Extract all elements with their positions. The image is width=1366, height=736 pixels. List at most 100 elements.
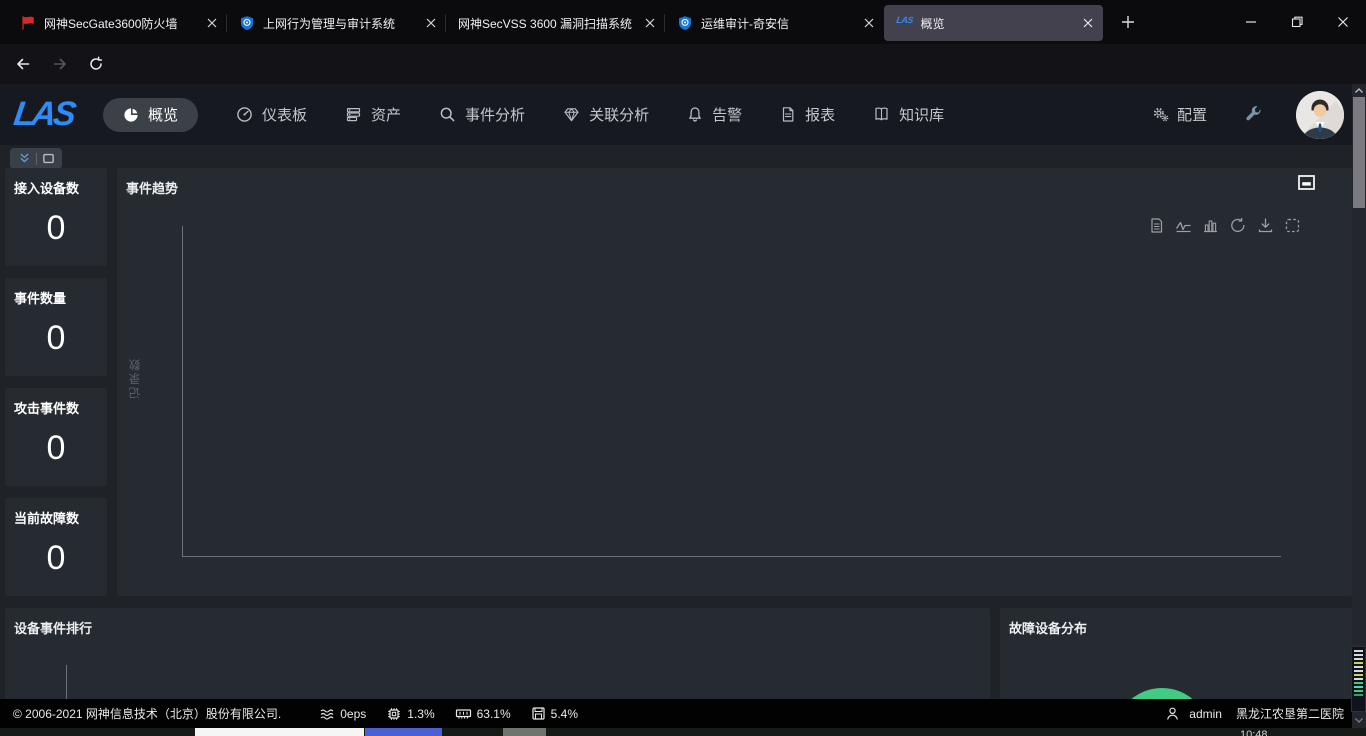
tab-ops-audit-qianxin[interactable]: 运维审计-奇安信 bbox=[665, 5, 884, 41]
tab-title: 概览 bbox=[921, 15, 1072, 32]
tab-secgate-firewall[interactable]: 网神SecGate3600防火墙 bbox=[8, 5, 227, 41]
stat-label: 接入设备数 bbox=[5, 168, 107, 197]
refresh-icon[interactable] bbox=[1229, 217, 1247, 234]
download-icon[interactable] bbox=[1257, 217, 1274, 234]
back-arrow-icon bbox=[15, 56, 31, 72]
tab-title: 运维审计-奇安信 bbox=[701, 15, 852, 32]
forward-button[interactable] bbox=[44, 48, 76, 80]
restore-icon bbox=[1291, 16, 1303, 28]
pie-chart-icon bbox=[123, 107, 139, 123]
stat-label: 事件数量 bbox=[5, 278, 107, 307]
line-chart-icon[interactable] bbox=[1175, 217, 1192, 234]
menu-label: 概览 bbox=[148, 104, 178, 125]
window-minimize-button[interactable] bbox=[1228, 0, 1274, 44]
panel-title: 故障设备分布 bbox=[1009, 618, 1087, 637]
system-metrics: 0eps 1.3% 63.1% 5.4% bbox=[319, 706, 578, 722]
cpu-metric: 1.3% bbox=[386, 706, 434, 722]
stat-value: 0 bbox=[5, 539, 107, 578]
cpu-value: 1.3% bbox=[407, 707, 434, 721]
tab-close-icon[interactable] bbox=[1079, 14, 1097, 32]
menu-label: 知识库 bbox=[899, 104, 944, 125]
taskbar-white-segment bbox=[195, 728, 364, 736]
tab-close-icon[interactable] bbox=[860, 14, 878, 32]
status-bar: © 2006-2021 网神信息技术（北京）股份有限公司. 0eps 1.3% … bbox=[0, 699, 1366, 728]
stat-label: 当前故障数 bbox=[5, 498, 107, 527]
double-chevron-down-icon bbox=[18, 152, 31, 165]
new-tab-button[interactable] bbox=[1113, 7, 1143, 37]
config-menu-item[interactable]: 配置 bbox=[1152, 104, 1207, 125]
stripe bbox=[1354, 690, 1363, 692]
device-ranking-panel: 设备事件排行 bbox=[5, 608, 990, 699]
taskbar-grey-segment bbox=[503, 728, 546, 736]
tab-overview-active[interactable]: LAS 概览 bbox=[884, 5, 1103, 41]
memory-value: 63.1% bbox=[477, 707, 511, 721]
reload-button[interactable] bbox=[80, 48, 112, 80]
stripe bbox=[1354, 650, 1363, 652]
menu-item-assets[interactable]: 资产 bbox=[345, 104, 401, 125]
stat-value: 0 bbox=[5, 429, 107, 468]
copyright-text: © 2006-2021 网神信息技术（北京）股份有限公司. bbox=[13, 705, 281, 722]
gem-icon bbox=[563, 106, 580, 123]
server-stack-icon bbox=[345, 106, 362, 123]
bar-chart-icon[interactable] bbox=[1202, 217, 1219, 234]
panel-maximize-button[interactable] bbox=[1297, 173, 1315, 191]
user-info: admin 黑龙江农垦第二医院 bbox=[1165, 705, 1344, 722]
data-view-icon[interactable] bbox=[1148, 217, 1165, 234]
menu-item-overview[interactable]: 概览 bbox=[103, 98, 198, 132]
y-axis-line bbox=[182, 226, 183, 556]
main-menu: 概览 仪表板 资产 事件分析 关联分析 告警 报表 知识库 bbox=[103, 98, 944, 132]
stripe bbox=[1354, 682, 1363, 684]
avatar-person-icon bbox=[1296, 91, 1344, 139]
tab-close-icon[interactable] bbox=[422, 14, 440, 32]
stat-card-attacks: 攻击事件数 0 bbox=[5, 388, 107, 486]
menu-item-alerts[interactable]: 告警 bbox=[687, 104, 742, 125]
panel-collapse-control[interactable] bbox=[10, 148, 62, 169]
scrollbar-preview-stripes bbox=[1351, 646, 1366, 712]
window-close-button[interactable] bbox=[1320, 0, 1366, 44]
menu-item-correlation-analysis[interactable]: 关联分析 bbox=[563, 104, 649, 125]
red-flag-favicon-icon bbox=[20, 15, 36, 31]
stripe bbox=[1354, 670, 1363, 672]
menu-item-event-analysis[interactable]: 事件分析 bbox=[439, 104, 525, 125]
stat-value: 0 bbox=[5, 209, 107, 248]
divider bbox=[36, 153, 37, 165]
tab-behavior-audit[interactable]: 上网行为管理与审计系统 bbox=[227, 5, 446, 41]
tools-button[interactable] bbox=[1244, 105, 1263, 124]
stripe bbox=[1354, 662, 1363, 664]
menu-label: 关联分析 bbox=[589, 104, 649, 125]
gauge-icon bbox=[236, 106, 253, 123]
pie-chart-slice bbox=[1114, 688, 1210, 699]
window-restore-button[interactable] bbox=[1274, 0, 1320, 44]
tab-secvss-scanner[interactable]: 网神SecVSS 3600 漏洞扫描系统 V3 bbox=[446, 5, 665, 41]
report-file-icon bbox=[780, 106, 796, 123]
username: admin bbox=[1189, 707, 1222, 721]
gears-icon bbox=[1152, 106, 1170, 123]
tab-title: 网神SecGate3600防火墙 bbox=[44, 15, 195, 32]
scroll-down-icon[interactable] bbox=[1353, 714, 1365, 726]
menu-item-reports[interactable]: 报表 bbox=[780, 104, 835, 125]
menu-item-knowledge-base[interactable]: 知识库 bbox=[873, 104, 944, 125]
forward-arrow-icon bbox=[52, 56, 68, 72]
eps-waves-icon bbox=[319, 707, 335, 721]
user-avatar[interactable] bbox=[1296, 91, 1344, 139]
scrollbar-thumb[interactable] bbox=[1353, 97, 1365, 208]
las-logo: LAS bbox=[11, 95, 94, 134]
scroll-up-icon[interactable] bbox=[1353, 85, 1365, 97]
tab-close-icon[interactable] bbox=[203, 14, 221, 32]
stripe bbox=[1354, 686, 1363, 688]
browser-toolbar: https://10.71.50.18/las/dashboard/view?i… bbox=[0, 44, 1366, 84]
stripe bbox=[1354, 658, 1363, 660]
reload-icon bbox=[88, 56, 104, 72]
plus-icon bbox=[1121, 15, 1135, 29]
navbar-right: 配置 bbox=[1152, 91, 1344, 139]
back-button[interactable] bbox=[7, 48, 39, 80]
menu-item-dashboard[interactable]: 仪表板 bbox=[236, 104, 307, 125]
page-scrollbar[interactable] bbox=[1352, 84, 1366, 728]
panel-title: 设备事件排行 bbox=[14, 618, 92, 637]
taskbar-clock: 10:48 bbox=[1240, 729, 1268, 736]
browser-tab-bar: 网神SecGate3600防火墙 上网行为管理与审计系统 网神SecVSS 36… bbox=[0, 0, 1366, 44]
blue-shield-favicon-icon bbox=[677, 15, 693, 31]
stripe bbox=[1354, 678, 1363, 680]
tab-close-icon[interactable] bbox=[641, 14, 659, 32]
data-zoom-icon[interactable] bbox=[1284, 217, 1301, 234]
